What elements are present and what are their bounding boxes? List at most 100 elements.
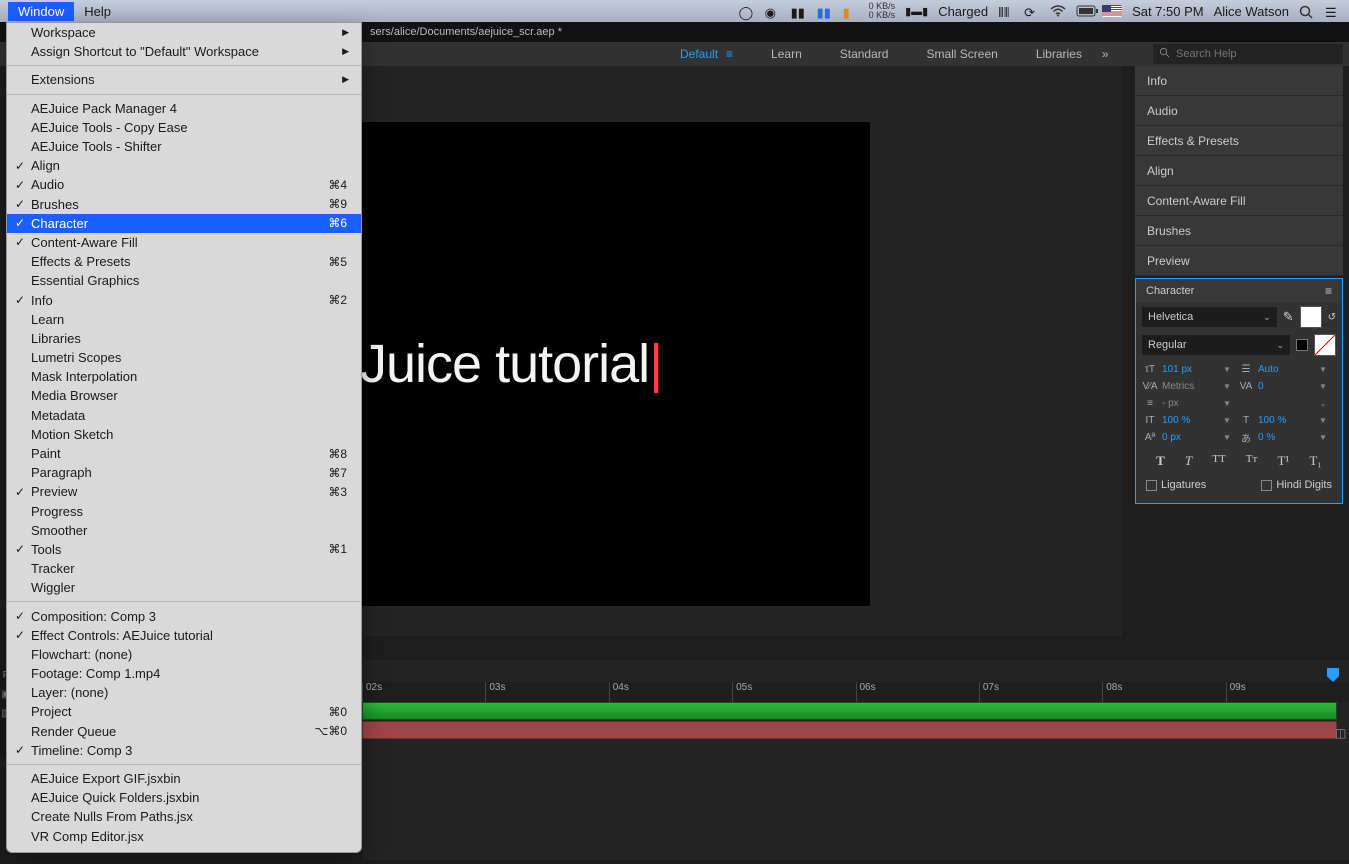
panel-tab-audio[interactable]: Audio <box>1135 96 1343 126</box>
text-layer[interactable]: Juice tutorial| <box>360 333 662 395</box>
flag-icon[interactable] <box>1102 5 1122 17</box>
menu-item-lumetri-scopes[interactable]: Lumetri Scopes <box>7 348 361 367</box>
menu-item-smoother[interactable]: Smoother <box>7 521 361 540</box>
panel-tab-content-aware-fill[interactable]: Content-Aware Fill <box>1135 186 1343 216</box>
time-ruler[interactable]: 02s03s04s05s06s07s08s09s <box>362 682 1349 702</box>
menu-item-mask-interpolation[interactable]: Mask Interpolation <box>7 367 361 386</box>
menu-item-preview[interactable]: Preview⌘3 <box>7 482 361 501</box>
subscript-button[interactable]: T₁ <box>1309 453 1321 469</box>
tsume-value[interactable]: 0 % <box>1258 432 1312 443</box>
window-menu-dropdown[interactable]: WorkspaceAssign Shortcut to "Default" Wo… <box>6 22 362 853</box>
timeline-toggle-icon[interactable]: ◫ <box>1335 726 1349 740</box>
menu-item-info[interactable]: Info⌘2 <box>7 290 361 309</box>
vscale-dd[interactable]: ▼ <box>1218 416 1236 425</box>
font-size-value[interactable]: 101 px <box>1162 364 1216 375</box>
menu-item-aejuice-tools-copy-ease[interactable]: AEJuice Tools - Copy Ease <box>7 118 361 137</box>
vscale-value[interactable]: 100 % <box>1162 415 1216 426</box>
menu-item-flowchart-none[interactable]: Flowchart: (none) <box>7 645 361 664</box>
menu-item-character[interactable]: Character⌘6 <box>7 214 361 233</box>
black-swatch[interactable] <box>1296 339 1308 351</box>
menubar-help[interactable]: Help <box>74 2 121 21</box>
menu-item-libraries[interactable]: Libraries <box>7 329 361 348</box>
workspace-tab-libraries[interactable]: Libraries <box>1036 47 1082 61</box>
menu-item-vr-comp-editor-jsx[interactable]: VR Comp Editor.jsx <box>7 827 361 846</box>
temp-icon[interactable]: ▮ <box>843 5 859 17</box>
cc-icon[interactable]: ◉ <box>765 5 781 17</box>
fill-color-swatch[interactable] <box>1300 306 1322 328</box>
cpu-icon[interactable]: ▮▮ <box>791 5 807 17</box>
user-name[interactable]: Alice Watson <box>1214 4 1289 19</box>
menu-item-essential-graphics[interactable]: Essential Graphics <box>7 271 361 290</box>
control-center-icon[interactable]: ☰ <box>1325 5 1341 17</box>
tracking-value[interactable]: 0 <box>1258 381 1312 392</box>
stroke-color-swatch[interactable] <box>1314 334 1336 356</box>
smallcaps-button[interactable]: Tᴛ <box>1246 453 1258 469</box>
baseline-dd[interactable]: ▼ <box>1218 433 1236 442</box>
menu-item-render-queue[interactable]: Render Queue⌥⌘0 <box>7 722 361 741</box>
workspace-tab-learn[interactable]: Learn <box>771 47 802 61</box>
leading-dd[interactable]: ▼ <box>1314 365 1332 374</box>
workspace-tab-default[interactable]: Default <box>680 47 718 61</box>
menu-item-brushes[interactable]: Brushes⌘9 <box>7 195 361 214</box>
kerning-dd[interactable]: ▼ <box>1218 382 1236 391</box>
search-help-input[interactable] <box>1176 48 1337 60</box>
leading-value[interactable]: Auto <box>1258 364 1312 375</box>
font-family-select[interactable]: Helvetica⌄ <box>1142 307 1277 327</box>
panel-tab-info[interactable]: Info <box>1135 66 1343 96</box>
italic-button[interactable]: T <box>1185 453 1192 469</box>
spotlight-icon[interactable] <box>1299 5 1315 17</box>
menu-item-wiggler[interactable]: Wiggler <box>7 578 361 597</box>
menu-item-aejuice-tools-shifter[interactable]: AEJuice Tools - Shifter <box>7 137 361 156</box>
menu-item-tools[interactable]: Tools⌘1 <box>7 540 361 559</box>
menu-item-effect-controls-aejuice-tutorial[interactable]: Effect Controls: AEJuice tutorial <box>7 626 361 645</box>
sync-icon[interactable]: ⟳ <box>1024 5 1040 17</box>
menu-item-motion-sketch[interactable]: Motion Sketch <box>7 425 361 444</box>
panel-tab-preview[interactable]: Preview <box>1135 246 1343 276</box>
swap-colors-icon[interactable]: ↺ <box>1328 312 1336 323</box>
menu-item-aejuice-export-gif-jsxbin[interactable]: AEJuice Export GIF.jsxbin <box>7 769 361 788</box>
menu-item-timeline-comp-3[interactable]: Timeline: Comp 3 <box>7 741 361 760</box>
workspace-options-icon[interactable]: ≡ <box>726 47 733 61</box>
menu-item-project[interactable]: Project⌘0 <box>7 702 361 721</box>
menu-item-layer-none[interactable]: Layer: (none) <box>7 683 361 702</box>
menu-item-tracker[interactable]: Tracker <box>7 559 361 578</box>
menu-item-aejuice-quick-folders-jsxbin[interactable]: AEJuice Quick Folders.jsxbin <box>7 788 361 807</box>
font-size-dd[interactable]: ▼ <box>1218 365 1236 374</box>
menubar-window[interactable]: Window <box>8 2 74 21</box>
menu-item-create-nulls-from-paths-jsx[interactable]: Create Nulls From Paths.jsx <box>7 807 361 826</box>
menu-item-assign-shortcut-to-default-workspace[interactable]: Assign Shortcut to "Default" Workspace <box>7 42 361 61</box>
bold-button[interactable]: T <box>1156 453 1165 469</box>
allcaps-button[interactable]: TT <box>1212 453 1225 469</box>
font-style-select[interactable]: Regular⌄ <box>1142 335 1290 355</box>
timeline-track-1[interactable] <box>362 702 1337 720</box>
kerning-value[interactable]: Metrics <box>1162 381 1216 392</box>
workspaces-overflow-icon[interactable]: » <box>1102 47 1109 61</box>
eyedropper-icon[interactable]: ✎ <box>1283 309 1294 325</box>
panel-tab-brushes[interactable]: Brushes <box>1135 216 1343 246</box>
menu-item-effects-presets[interactable]: Effects & Presets⌘5 <box>7 252 361 271</box>
workspace-tab-standard[interactable]: Standard <box>840 47 889 61</box>
disk-icon[interactable]: ▮▮ <box>817 5 833 17</box>
stroke-width-value[interactable]: - px <box>1162 398 1216 409</box>
menu-item-paint[interactable]: Paint⌘8 <box>7 444 361 463</box>
hscale-dd[interactable]: ▼ <box>1314 416 1332 425</box>
menu-item-learn[interactable]: Learn <box>7 310 361 329</box>
hscale-value[interactable]: 100 % <box>1258 415 1312 426</box>
wifi-icon[interactable] <box>1050 5 1066 17</box>
stroke-style-dd[interactable]: ⌄ <box>1314 399 1332 408</box>
menu-item-aejuice-pack-manager-4[interactable]: AEJuice Pack Manager 4 <box>7 99 361 118</box>
stroke-width-dd[interactable]: ▼ <box>1218 399 1236 408</box>
menu-item-composition-comp-3[interactable]: Composition: Comp 3 <box>7 606 361 625</box>
menu-item-workspace[interactable]: Workspace <box>7 23 361 42</box>
playhead-icon[interactable] <box>1327 668 1339 682</box>
equalizer-icon[interactable]: ⦀⦀ <box>998 5 1014 17</box>
panel-tab-effects-presets[interactable]: Effects & Presets <box>1135 126 1343 156</box>
menu-item-progress[interactable]: Progress <box>7 502 361 521</box>
workspace-tab-small-screen[interactable]: Small Screen <box>926 47 997 61</box>
ligatures-checkbox[interactable]: Ligatures <box>1146 479 1206 491</box>
menu-item-metadata[interactable]: Metadata <box>7 406 361 425</box>
panel-tab-align[interactable]: Align <box>1135 156 1343 186</box>
tracking-dd[interactable]: ▼ <box>1314 382 1332 391</box>
menu-item-align[interactable]: Align <box>7 156 361 175</box>
timeline-panel[interactable]: 02s03s04s05s06s07s08s09s ◫ <box>362 660 1349 860</box>
